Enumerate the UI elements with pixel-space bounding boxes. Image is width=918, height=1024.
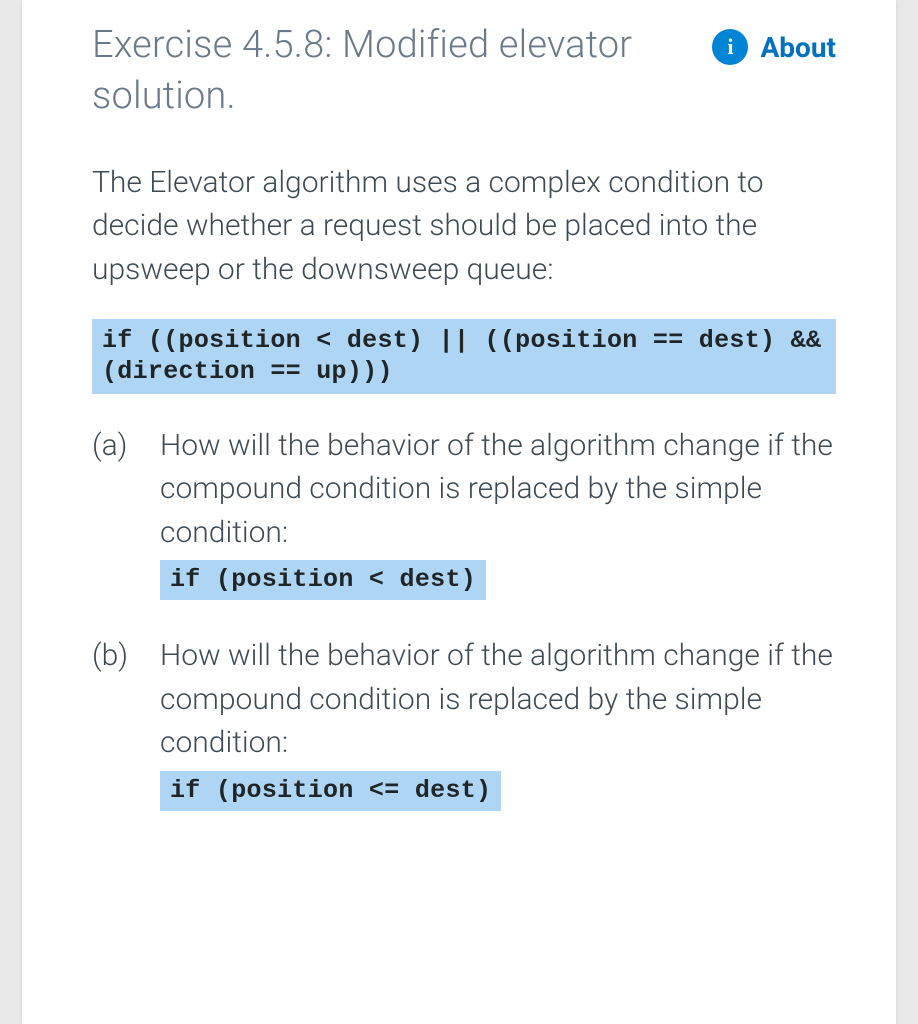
question-body: How will the behavior of the algorithm c… — [160, 634, 836, 811]
question-label: (a) — [92, 424, 160, 601]
header: Exercise 4.5.8: Modified elevator soluti… — [92, 20, 836, 123]
about-label: About — [760, 31, 836, 64]
info-icon: i — [712, 29, 748, 65]
question-text: How will the behavior of the algorithm c… — [160, 428, 833, 550]
code-inline: if (position < dest) — [160, 560, 486, 600]
intro-text: The Elevator algorithm uses a complex co… — [92, 161, 836, 292]
code-block-main: if ((position < dest) || ((position == d… — [92, 319, 836, 394]
question-item: (a) How will the behavior of the algorit… — [92, 424, 836, 601]
question-item: (b) How will the behavior of the algorit… — [92, 634, 836, 811]
exercise-card: Exercise 4.5.8: Modified elevator soluti… — [22, 0, 896, 1024]
question-label: (b) — [92, 634, 160, 811]
exercise-title: Exercise 4.5.8: Modified elevator soluti… — [92, 20, 692, 123]
question-list: (a) How will the behavior of the algorit… — [92, 424, 836, 811]
question-text: How will the behavior of the algorithm c… — [160, 638, 833, 760]
question-body: How will the behavior of the algorithm c… — [160, 424, 836, 601]
about-link[interactable]: i About — [712, 29, 836, 65]
code-inline: if (position <= dest) — [160, 771, 501, 811]
